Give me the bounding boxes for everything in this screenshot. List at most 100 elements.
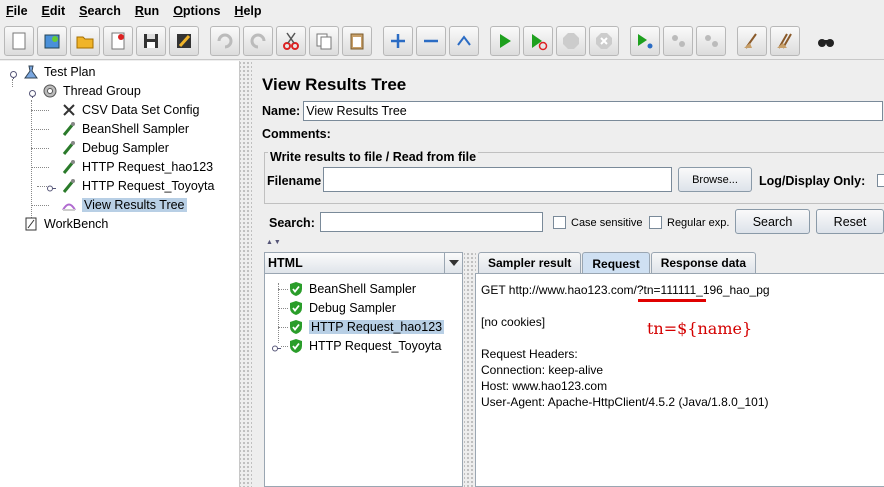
start-no-pause-icon <box>532 33 548 50</box>
errors-checkbox[interactable] <box>876 174 884 187</box>
menu-edit[interactable]: Edit <box>42 4 66 18</box>
result-item-http-hao123[interactable]: HTTP Request_hao123 <box>288 318 445 336</box>
tab-response-data[interactable]: Response data <box>650 252 757 273</box>
menu-options[interactable]: Options <box>173 4 220 18</box>
result-item-debug[interactable]: Debug Sampler <box>288 299 396 317</box>
menu-help[interactable]: Help <box>234 4 261 18</box>
start-button[interactable] <box>490 25 520 56</box>
result-item-label: HTTP Request_hao123 <box>309 320 445 334</box>
main-splitter[interactable] <box>240 61 252 487</box>
tree-node-http-hao123[interactable]: HTTP Request_hao123 <box>60 158 213 176</box>
toolbar-separator <box>729 26 737 56</box>
chevron-down-icon[interactable] <box>444 253 462 273</box>
case-sensitive-option[interactable]: Case sensitive <box>553 216 643 229</box>
tree-node-http-toyoyta[interactable]: HTTP Request_Toyoyta <box>60 177 214 195</box>
menu-file[interactable]: File <box>6 4 28 18</box>
highlight-underline <box>638 299 706 302</box>
success-shield-icon <box>290 320 302 334</box>
result-item-beanshell[interactable]: BeanShell Sampler <box>288 280 416 298</box>
headers-title: Request Headers: <box>481 347 578 361</box>
result-item-http-toyoyta[interactable]: HTTP Request_Toyoyta <box>288 337 441 355</box>
cut-button[interactable] <box>276 25 306 56</box>
remote-shutdown-icon <box>705 34 718 47</box>
results-tree[interactable]: HTML BeanShell Sampler Debug Sampler HTT… <box>264 252 463 487</box>
test-plan-tree[interactable]: Test Plan Thread Group CSV Data Set Conf… <box>0 61 240 487</box>
tree-node-thread-group[interactable]: Thread Group <box>41 82 141 100</box>
tree-node-view-results-tree[interactable]: View Results Tree <box>60 196 187 214</box>
tree-connector <box>31 100 32 226</box>
tree-connector <box>31 129 49 130</box>
start-no-pause-button[interactable] <box>523 25 553 56</box>
case-sensitive-checkbox[interactable] <box>553 216 566 229</box>
search-input[interactable] <box>320 212 543 232</box>
header-line: Host: www.hao123.com <box>481 379 608 393</box>
name-input[interactable] <box>303 101 884 121</box>
redo-icon <box>250 33 266 48</box>
start-icon <box>500 33 511 48</box>
tree-node-csv-config[interactable]: CSV Data Set Config <box>60 101 199 119</box>
clear-button[interactable] <box>737 25 767 56</box>
clear-all-button[interactable] <box>770 25 800 56</box>
tab-sampler-result[interactable]: Sampler result <box>478 252 582 273</box>
renderer-value: HTML <box>268 256 303 270</box>
tree-node-label: View Results Tree <box>82 198 187 212</box>
tree-toggle-thread-group[interactable] <box>28 87 36 98</box>
toggle-button[interactable] <box>449 25 479 56</box>
request-text-area[interactable]: GET http://www.hao123.com/?tn=111111_196… <box>475 273 884 487</box>
save-button[interactable] <box>136 25 166 56</box>
tree-node-label: BeanShell Sampler <box>82 122 190 136</box>
tree-toggle-http-toyoyta[interactable] <box>47 182 56 192</box>
listener-panel: View Results Tree Name: Comments: Write … <box>252 61 884 487</box>
tree-toggle-test-plan[interactable] <box>9 68 17 79</box>
search-button-toolbar[interactable] <box>811 26 841 56</box>
remote-stop-button[interactable] <box>663 25 693 56</box>
request-url-param: tn=111111 <box>643 283 697 297</box>
split-arrows[interactable]: ▲▼ <box>266 239 282 246</box>
redo-button[interactable] <box>243 25 273 56</box>
tree-connector <box>31 148 49 149</box>
close-button[interactable] <box>103 25 133 56</box>
menu-search[interactable]: Search <box>79 4 121 18</box>
collapse-button[interactable] <box>416 25 446 56</box>
regex-checkbox[interactable] <box>649 216 662 229</box>
shutdown-button[interactable] <box>589 25 619 56</box>
collapse-icon <box>424 39 438 42</box>
templates-button[interactable] <box>37 25 67 56</box>
tree-connector <box>31 167 49 168</box>
reset-button[interactable]: Reset <box>816 209 884 234</box>
test-plan-icon <box>22 63 40 81</box>
undo-button[interactable] <box>210 25 240 56</box>
tree-node-workbench[interactable]: WorkBench <box>22 215 108 233</box>
renderer-select[interactable]: HTML <box>265 253 462 274</box>
tree-node-beanshell[interactable]: BeanShell Sampler <box>60 120 189 138</box>
toolbar <box>0 22 884 60</box>
stop-button[interactable] <box>556 25 586 56</box>
regex-label: Regular exp. <box>667 216 730 229</box>
remote-shutdown-button[interactable] <box>696 25 726 56</box>
regex-option[interactable]: Regular exp. <box>649 216 729 229</box>
search-button[interactable]: Search <box>735 209 810 234</box>
close-icon <box>111 32 125 49</box>
remote-start-button[interactable] <box>630 25 660 56</box>
tree-node-test-plan[interactable]: Test Plan <box>22 63 95 81</box>
new-button[interactable] <box>4 25 34 56</box>
tree-node-debug-sampler[interactable]: Debug Sampler <box>60 139 169 157</box>
menu-run[interactable]: Run <box>135 4 159 18</box>
expanded-handle-icon <box>10 71 17 79</box>
annotation-text: tn=${name} <box>647 319 753 338</box>
copy-button[interactable] <box>309 25 339 56</box>
sampler-icon <box>60 177 78 195</box>
name-label: Name: <box>262 104 301 118</box>
browse-button[interactable]: Browse... <box>678 167 752 192</box>
paste-button[interactable] <box>342 25 372 56</box>
expanded-handle-icon <box>29 90 36 98</box>
save-as-button[interactable] <box>169 25 199 56</box>
tree-connector <box>278 308 288 309</box>
detail-tabs: Sampler result Request Response data <box>478 252 757 274</box>
result-detail: Sampler result Request Response data GET… <box>475 252 884 487</box>
filename-input[interactable] <box>323 167 672 192</box>
result-toggle-toyoyta[interactable] <box>272 342 281 352</box>
tab-request[interactable]: Request <box>582 252 650 274</box>
open-button[interactable] <box>70 25 100 56</box>
expand-button[interactable] <box>383 25 413 56</box>
